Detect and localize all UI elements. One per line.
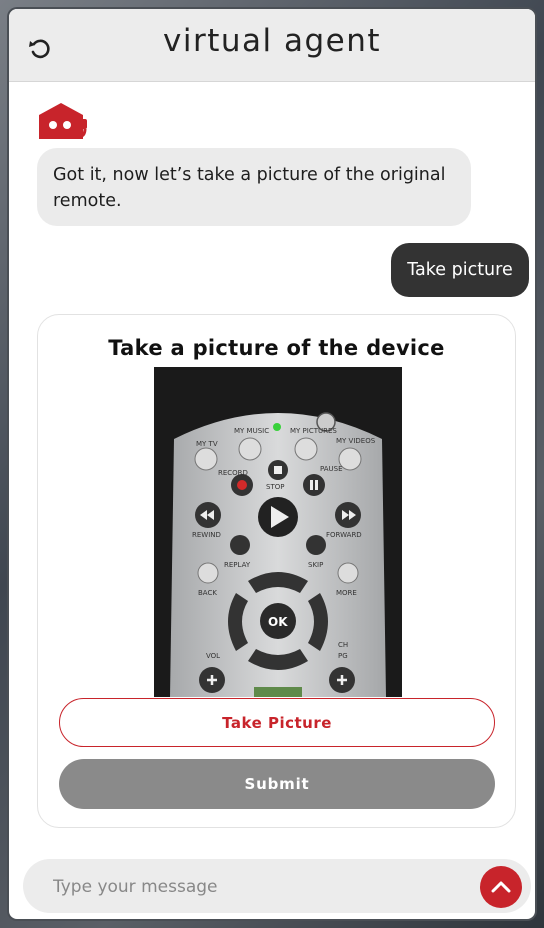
message-input[interactable] [51, 859, 465, 915]
label-back: BACK [198, 589, 217, 597]
user-message-bubble: Take picture [391, 243, 529, 297]
label-my-tv: MY TV [196, 440, 218, 448]
label-my-pictures: MY PICTURES [290, 427, 337, 435]
label-replay: REPLAY [224, 561, 251, 569]
label-record: RECORD [218, 469, 248, 477]
label-pg: PG [338, 652, 348, 660]
label-stop: STOP [266, 483, 284, 491]
app-header: virtual agent [9, 9, 535, 82]
chevron-up-icon [491, 881, 511, 893]
submit-button[interactable]: Submit [59, 759, 495, 809]
label-my-videos: MY VIDEOS [336, 437, 376, 445]
phone-screen: virtual agent Got it, now let’s take a p… [9, 9, 535, 919]
capture-card: Take a picture of the device MY TV MY MU… [37, 314, 516, 828]
label-more: MORE [336, 589, 357, 597]
label-ch: CH [338, 641, 348, 649]
robot-agent-icon [39, 103, 87, 139]
send-button[interactable] [480, 866, 522, 908]
label-vol: VOL [206, 652, 220, 660]
page-title: virtual agent [162, 23, 382, 59]
capture-card-title: Take a picture of the device [108, 336, 445, 360]
label-ok: OK [268, 615, 288, 629]
device-photo: MY TV MY MUSIC MY PICTURES MY VIDEOS STO… [154, 367, 402, 697]
message-composer [23, 859, 531, 915]
remote-control-image: MY TV MY MUSIC MY PICTURES MY VIDEOS STO… [154, 367, 402, 697]
label-my-music: MY MUSIC [234, 427, 269, 435]
label-forward: FORWARD [326, 531, 362, 539]
label-skip: SKIP [308, 561, 323, 569]
take-picture-button[interactable]: Take Picture [59, 698, 495, 747]
label-pause: PAUSE [320, 465, 343, 473]
agent-message-bubble: Got it, now let’s take a picture of the … [37, 148, 471, 226]
label-rewind: REWIND [192, 531, 221, 539]
